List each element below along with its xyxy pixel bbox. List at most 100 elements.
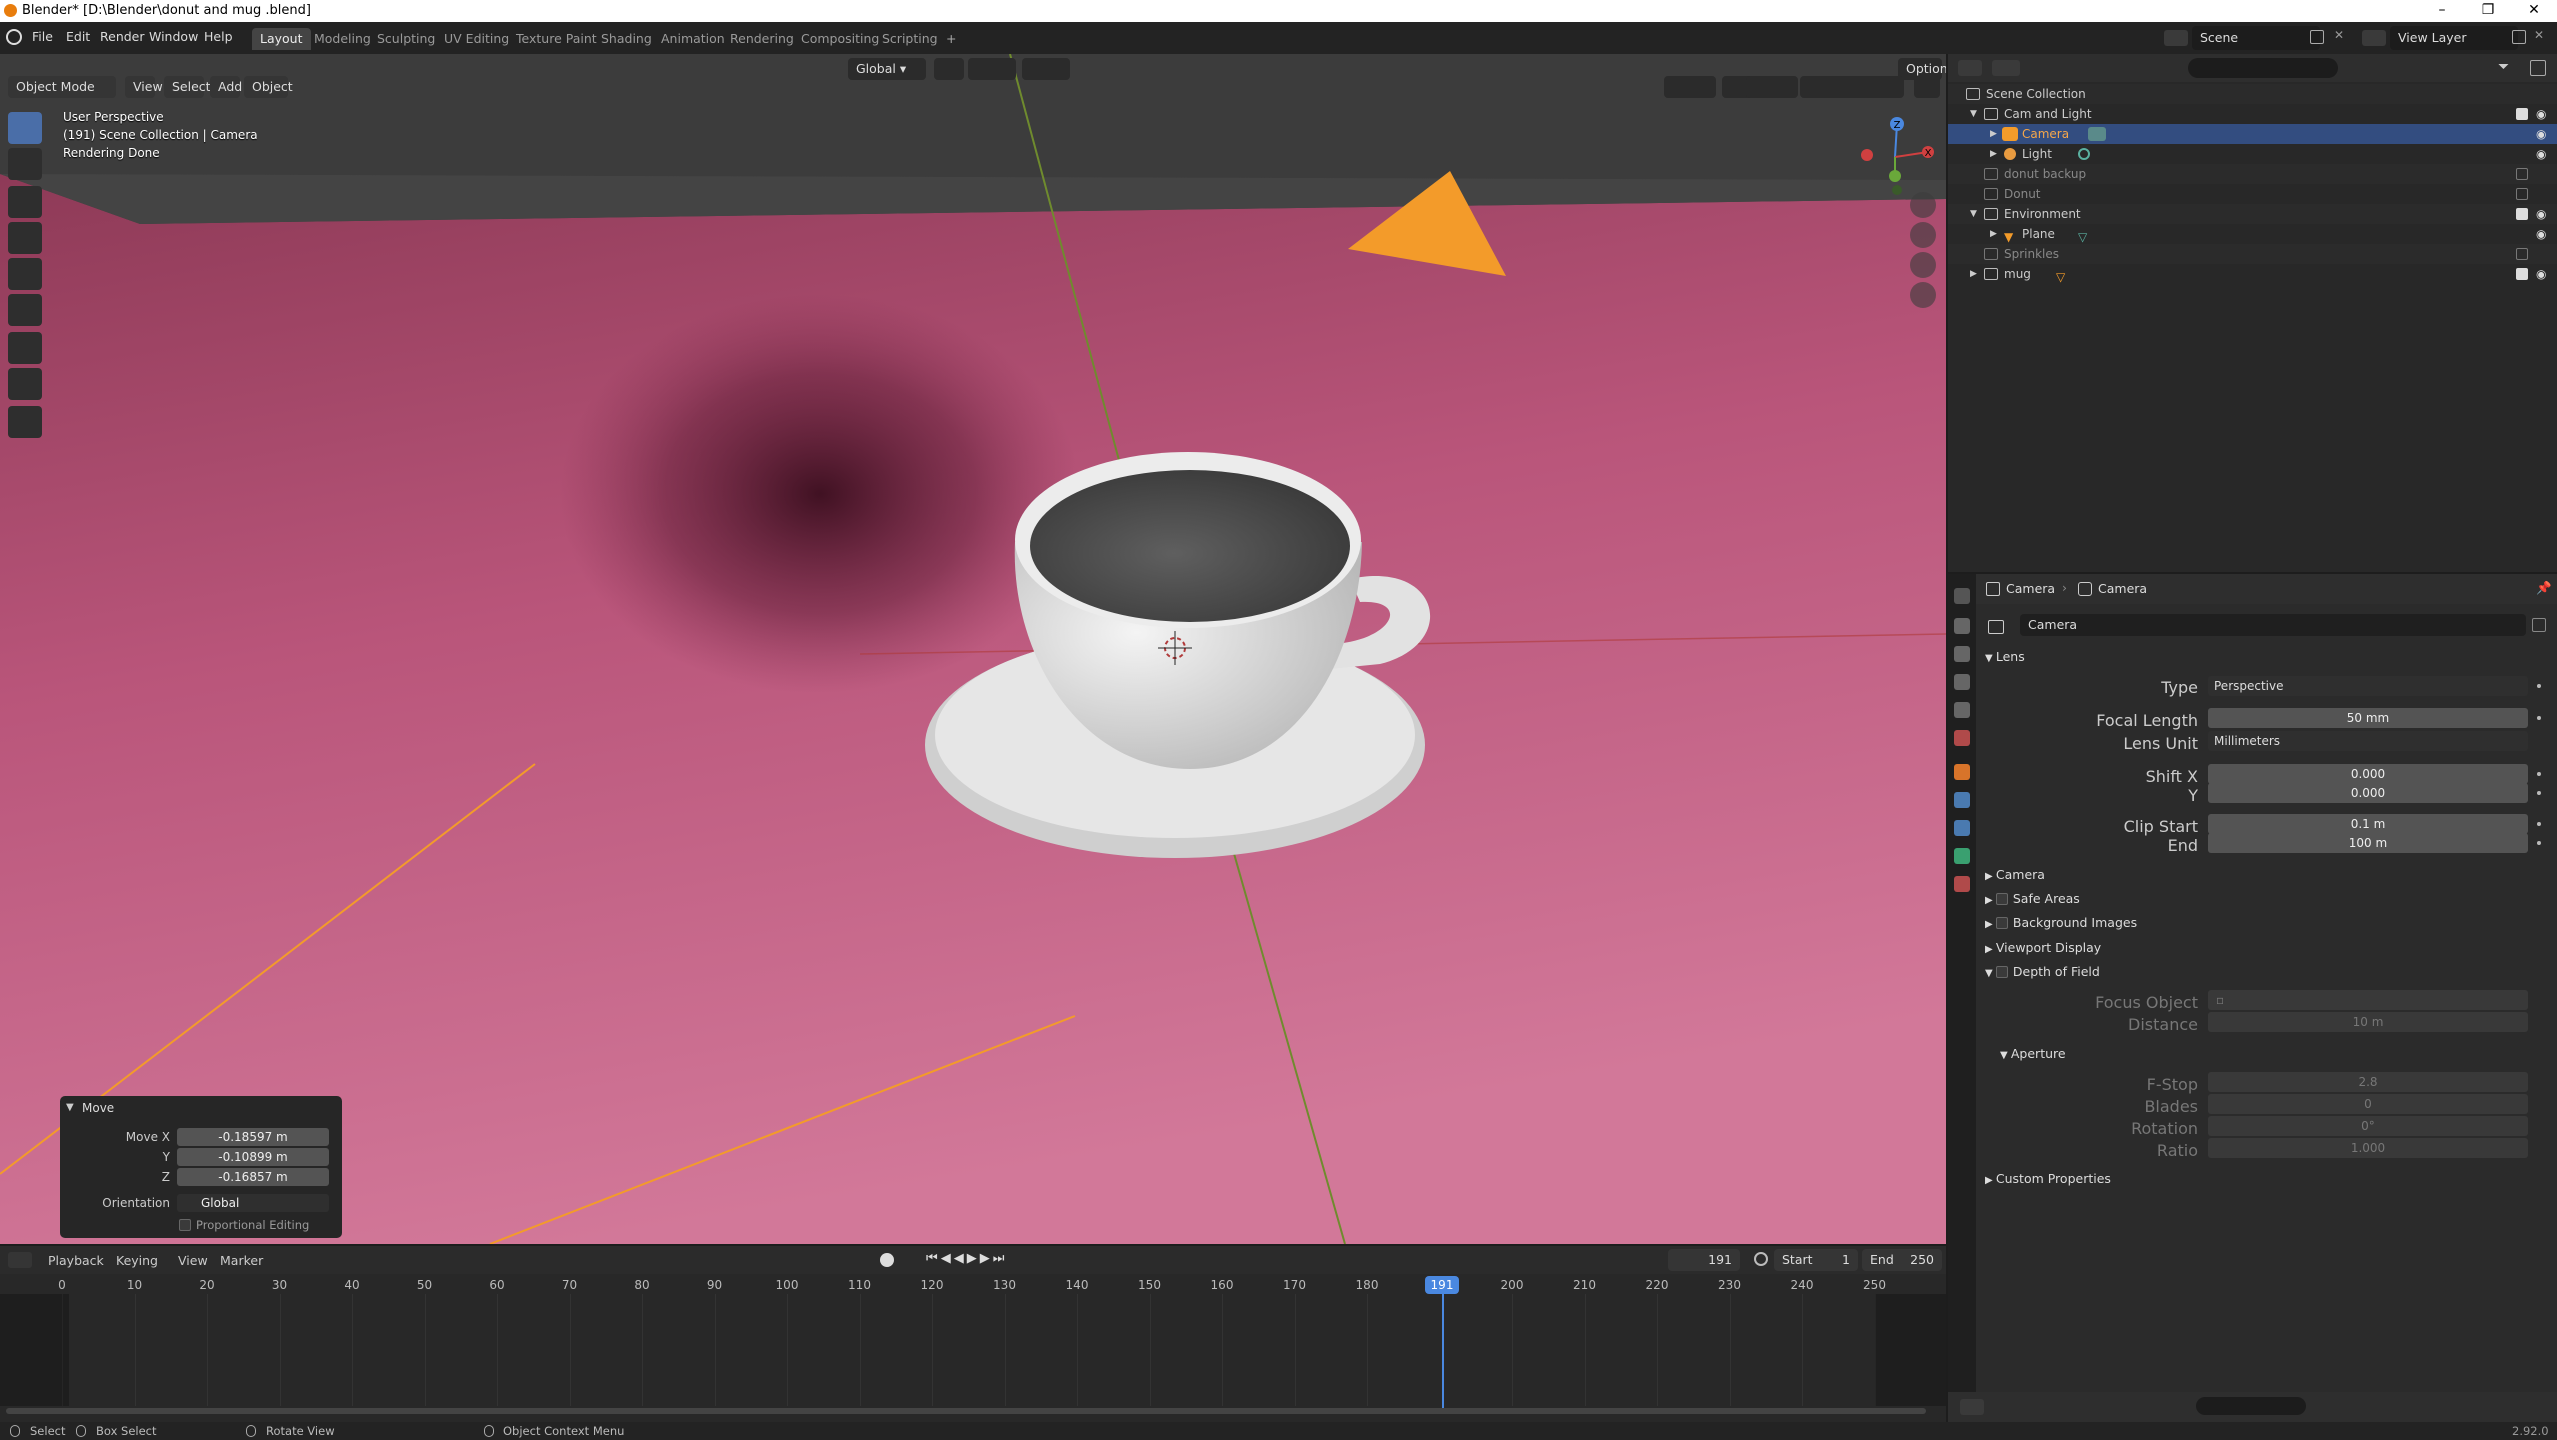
pin-icon[interactable]: 📌 [2536,580,2552,596]
camera-data-tab-icon[interactable] [1954,848,1970,864]
checkbox-icon[interactable] [2516,108,2528,120]
fstop-field[interactable]: 2.8 [2208,1072,2528,1092]
outliner-row-environment[interactable]: ▼ Environment ◉ [1948,204,2557,224]
select-box-tool[interactable] [8,112,42,144]
menu-select[interactable]: Select [164,76,211,98]
output-tab-icon[interactable] [1954,646,1970,662]
shift-y-field[interactable]: 0.000 [2208,783,2528,803]
fake-user-icon[interactable] [2532,618,2546,632]
rotation-field[interactable]: 0° [2208,1116,2528,1136]
expand-icon[interactable]: ▼ [1970,104,1977,124]
menu-marker[interactable]: Marker [220,1253,263,1268]
properties-search-input[interactable] [2196,1397,2306,1415]
transform-tool[interactable] [8,294,42,326]
animate-dot[interactable] [2537,841,2541,845]
menu-add[interactable]: Add [210,76,242,98]
checkbox-icon[interactable] [2516,248,2528,260]
animate-dot[interactable] [2537,716,2541,720]
aperture-subsection[interactable]: ▼ Aperture [2000,1046,2066,1061]
animate-dot[interactable] [2537,772,2541,776]
outliner-row-donut-backup[interactable]: donut backup [1948,164,2557,184]
record-icon[interactable] [880,1253,894,1267]
delete-scene-icon[interactable]: ✕ [2334,28,2344,42]
eye-icon[interactable]: ◉ [2536,264,2546,284]
expand-icon[interactable]: ▶ [1970,264,1977,284]
outliner-row-plane[interactable]: ▶ ▼ Plane ▽ ◉ [1948,224,2557,244]
rotate-tool[interactable] [8,222,42,254]
scene-selector[interactable]: Scene [2192,26,2320,50]
menu-file[interactable]: File [32,29,53,44]
restore-button[interactable]: ❐ [2465,0,2511,22]
lens-unit-select[interactable]: Millimeters [2208,731,2528,751]
last-operator-panel[interactable]: ▼ Move Move X -0.18597 m Y -0.10899 m Z … [60,1096,342,1238]
outliner-row-cam-and-light[interactable]: ▼ Cam and Light ◉ [1948,104,2557,124]
add-cube-tool[interactable] [8,406,42,438]
checkbox-icon[interactable] [2516,168,2528,180]
pivot-point-button[interactable] [934,58,964,80]
datablock-name-field[interactable]: Camera [2020,614,2526,636]
outliner-row-scene-collection[interactable]: Scene Collection [1948,84,2557,104]
snap-button[interactable] [968,58,1016,80]
view-layer-icon[interactable] [2362,30,2386,46]
proportional-checkbox[interactable]: Proportional Editing [179,1218,309,1232]
world-tab-icon[interactable] [1954,730,1970,746]
new-collection-icon[interactable] [2530,60,2546,76]
viewport-scene[interactable] [0,54,1946,1244]
animate-dot[interactable] [2537,684,2541,688]
cursor-tool[interactable] [8,148,42,180]
add-workspace-button[interactable]: + [938,28,964,50]
camera-view-icon[interactable] [1910,252,1936,278]
background-images-subsection[interactable]: ▶ Background Images [1985,915,2137,930]
tab-shading[interactable]: Shading [593,28,660,50]
object-tab-icon[interactable] [1954,764,1970,780]
menu-window[interactable]: Window [149,29,198,44]
timeline-scrollbar[interactable] [6,1408,1926,1414]
render-tab-icon[interactable] [1954,618,1970,634]
ortho-grid-icon[interactable] [1910,282,1936,308]
new-scene-icon[interactable] [2310,30,2324,44]
outliner-row-camera[interactable]: ▶ Camera ◉ [1948,124,2557,144]
scene-icon[interactable] [2164,30,2188,46]
clip-start-field[interactable]: 0.1 m [2208,814,2528,834]
expand-icon[interactable]: ▼ [1970,204,1977,224]
move-z-field[interactable]: -0.16857 m [177,1168,329,1186]
annotate-tool[interactable] [8,332,42,364]
camera-subsection[interactable]: ▶ Camera [1985,867,2045,882]
collapse-icon[interactable]: ▼ [66,1102,74,1113]
menu-help[interactable]: Help [204,29,233,44]
view-layer-selector[interactable]: View Layer [2390,26,2518,50]
checkbox-icon[interactable] [2516,268,2528,280]
menu-timeline-view[interactable]: View [178,1253,208,1268]
menu-view[interactable]: View [125,76,163,98]
eye-icon[interactable]: ◉ [2536,124,2546,144]
view-layer-tab-icon[interactable] [1954,674,1970,690]
checkbox-icon[interactable] [2516,188,2528,200]
measure-tool[interactable] [8,368,42,400]
mode-selector[interactable]: Object Mode [8,76,116,98]
tab-rendering[interactable]: Rendering [722,28,802,50]
datablock-icon[interactable] [1988,620,2004,634]
blades-field[interactable]: 0 [2208,1094,2528,1114]
start-frame-field[interactable]: Start 1 [1774,1249,1858,1271]
end-frame-field[interactable]: End 250 [1862,1249,1942,1271]
constraints-tab-icon[interactable] [1954,820,1970,836]
close-window-button[interactable]: ✕ [2511,0,2557,22]
lens-section[interactable]: ▼ Lens [1985,649,2025,664]
menu-playback[interactable]: Playback [48,1253,104,1268]
overlays-toggle[interactable] [1746,76,1798,98]
scene-tab-icon[interactable] [1954,702,1970,718]
eye-icon[interactable]: ◉ [2536,224,2546,244]
tab-uv-editing[interactable]: UV Editing [436,28,517,50]
blender-menu-icon[interactable] [6,29,22,45]
tab-sculpting[interactable]: Sculpting [369,28,443,50]
timeline-editor-icon[interactable] [8,1252,32,1268]
preview-range-icon[interactable] [1754,1252,1768,1266]
eye-icon[interactable]: ◉ [2536,104,2546,124]
expand-icon[interactable]: ▶ [1990,124,1997,144]
outliner-row-donut[interactable]: Donut [1948,184,2557,204]
shift-x-field[interactable]: 0.000 [2208,764,2528,784]
focal-length-field[interactable]: 50 mm [2208,708,2528,728]
menu-edit[interactable]: Edit [66,29,90,44]
animate-dot[interactable] [2537,791,2541,795]
outliner-search-input[interactable] [2188,58,2338,78]
